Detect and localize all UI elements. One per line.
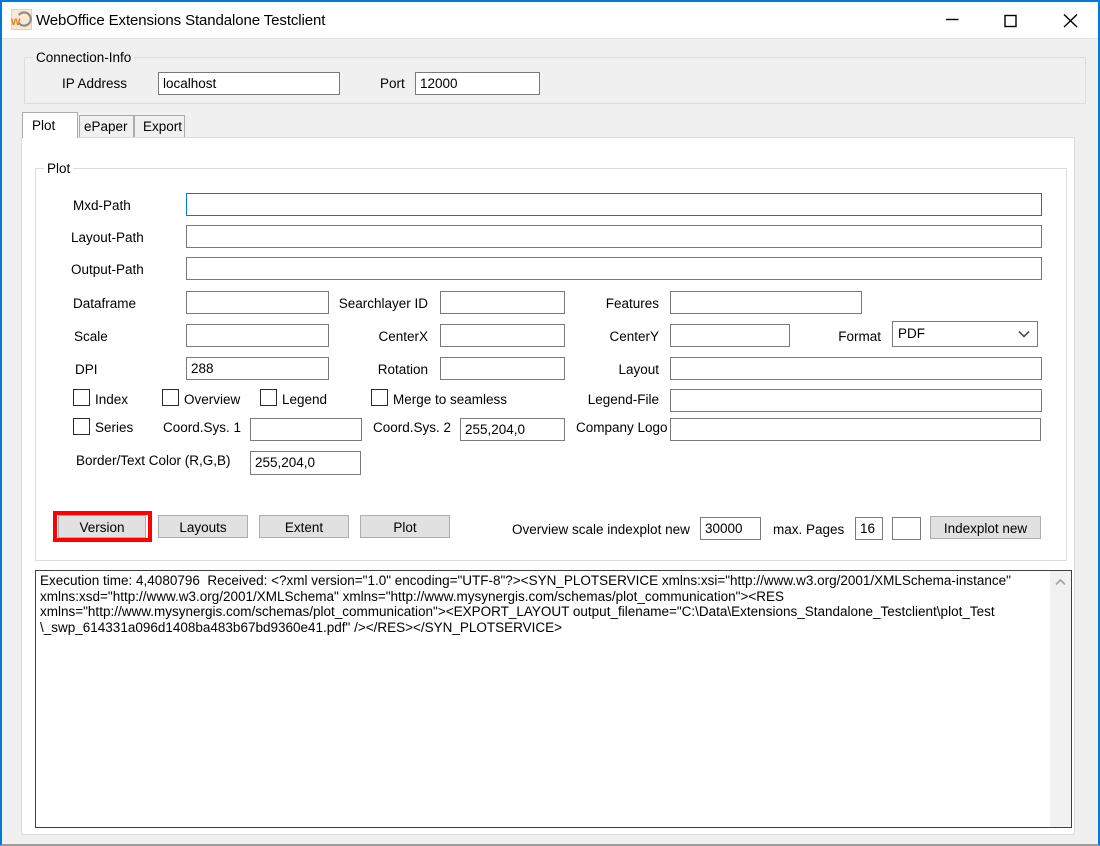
svg-text:w: w (11, 14, 21, 28)
